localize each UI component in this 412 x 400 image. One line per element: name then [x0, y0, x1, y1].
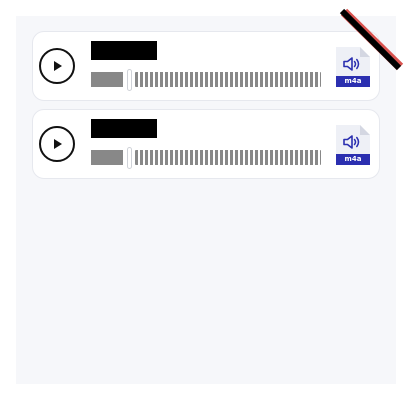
- seek-track[interactable]: [91, 69, 321, 91]
- seek-track[interactable]: [91, 147, 321, 169]
- audio-card: m4a: [32, 31, 380, 101]
- play-button[interactable]: [39, 126, 75, 162]
- play-icon: [54, 61, 62, 71]
- audio-title-redacted: [91, 119, 157, 138]
- play-icon: [54, 139, 62, 149]
- waveform[interactable]: [135, 72, 321, 87]
- waveform[interactable]: [135, 150, 321, 165]
- close-button[interactable]: [336, 4, 408, 76]
- seek-handle[interactable]: [127, 69, 132, 91]
- played-portion: [91, 150, 123, 165]
- speaker-icon: [343, 135, 360, 149]
- played-portion: [91, 72, 123, 87]
- close-icon: [339, 8, 404, 71]
- seek-handle[interactable]: [127, 147, 132, 169]
- audio-card: m4a: [32, 109, 380, 179]
- play-button[interactable]: [39, 48, 75, 84]
- audio-title-redacted: [91, 41, 157, 60]
- audio-file-icon: m4a: [336, 125, 370, 165]
- file-extension-label: m4a: [336, 76, 370, 87]
- file-extension-label: m4a: [336, 154, 370, 165]
